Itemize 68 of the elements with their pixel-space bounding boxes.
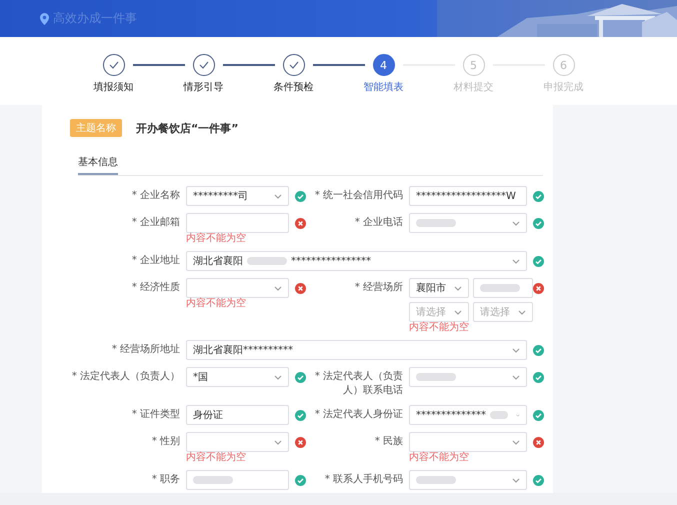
chevron-down-icon [512, 478, 520, 482]
chevron-down-icon [274, 194, 282, 198]
error-message: 内容不能为空 [186, 233, 247, 244]
field-label: * 性别 [150, 434, 181, 449]
step-indicator: 6 [552, 54, 574, 76]
select-field[interactable] [186, 432, 289, 452]
step-label: 条件预检 [274, 80, 314, 94]
select-field[interactable] [409, 367, 527, 387]
select-field[interactable] [186, 278, 289, 298]
error-message: 内容不能为空 [186, 298, 247, 309]
check-icon [108, 61, 118, 69]
field-label: * 职务 [150, 473, 181, 487]
form-title: 开办餐饮店“一件事” [136, 120, 238, 136]
chevron-down-icon [512, 220, 520, 226]
field-label: * 法定代表人（负责人）联系电话 [314, 370, 404, 398]
location-pin-icon [40, 12, 49, 24]
field-label: * 法定代表人（负责人） [70, 370, 181, 384]
step-label: 材料提交 [454, 80, 494, 94]
select-field[interactable] [409, 213, 527, 233]
step-indicator: 4 [372, 54, 394, 76]
input-field[interactable]: 身份证 [186, 405, 289, 425]
select-field[interactable] [409, 470, 527, 490]
chevron-down-icon [274, 440, 282, 444]
error-message: 内容不能为空 [186, 452, 247, 463]
field-label: * 证件类型 [130, 408, 181, 422]
chevron-down-icon [512, 374, 520, 380]
step-label: 填报须知 [94, 80, 134, 94]
chevron-down-icon [274, 374, 282, 380]
field-label: * 法定代表人身份证 [314, 408, 404, 422]
theme-tag: 主题名称 [70, 119, 122, 137]
field-label: * 企业地址 [130, 254, 181, 268]
field-label: * 企业电话 [354, 216, 404, 230]
input-field[interactable] [473, 278, 533, 298]
field-label: * 企业名称 [130, 188, 181, 203]
error-message: 内容不能为空 [409, 322, 470, 333]
chevron-down-icon [512, 440, 520, 444]
chevron-down-icon [518, 310, 526, 314]
chevron-down-icon [274, 286, 282, 290]
field-label: * 经营场所 [354, 280, 404, 295]
select-field[interactable]: *********司 [186, 186, 289, 206]
field-label: * 企业邮箱 [130, 216, 181, 230]
check-icon [198, 61, 208, 69]
chevron-down-icon [454, 286, 462, 290]
select-field[interactable]: 湖北省襄阳********** [186, 340, 527, 360]
input-field[interactable] [186, 213, 289, 233]
tab[interactable]: 基本信息 [78, 155, 118, 175]
input-field[interactable] [186, 470, 289, 490]
select-field[interactable]: *国 [186, 367, 289, 387]
select-field[interactable] [409, 432, 527, 452]
chevron-down-icon [454, 310, 462, 314]
step-label: 情形引导 [184, 80, 224, 94]
step-label: 智能填表 [364, 80, 404, 94]
select-field[interactable]: ************** [409, 405, 527, 425]
error-message: 内容不能为空 [409, 452, 470, 463]
step-indicator: 5 [462, 54, 484, 76]
select-field[interactable]: 湖北省襄阳 **************** [186, 251, 527, 271]
field-label: * 经营场所地址 [110, 342, 181, 357]
chevron-down-icon [512, 348, 520, 352]
field-label: * 联系人手机号码 [324, 472, 404, 487]
field-label: * 民族 [374, 434, 404, 449]
step-label: 申报完成 [544, 80, 584, 94]
chevron-down-icon [512, 258, 520, 264]
field-label: * 经济性质 [130, 280, 181, 295]
select-field[interactable]: 襄阳市 [409, 278, 469, 298]
check-icon [288, 61, 298, 69]
site-title: 高效办成一件事 [53, 10, 137, 27]
select-field[interactable]: ******************W [409, 186, 527, 206]
field-label: * 统一社会信用代码 [314, 188, 404, 203]
